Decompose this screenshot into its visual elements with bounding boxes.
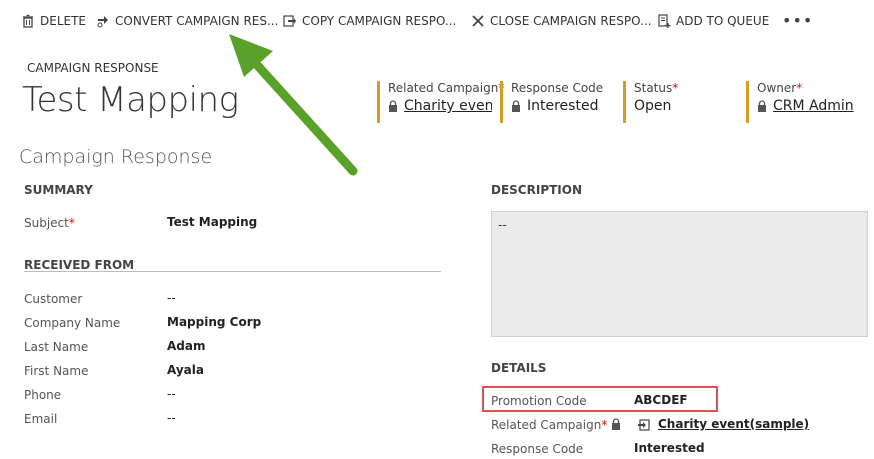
customer-label: Customer <box>24 292 83 306</box>
response-code-value: Interested <box>527 98 599 114</box>
response-code-label: Response Code <box>491 442 584 456</box>
header-field-label: Owner <box>757 81 797 95</box>
queue-icon <box>657 14 671 28</box>
header-field-related-campaign: Related Campaign* Charity event(sample) <box>377 81 504 123</box>
convert-campaign-response-button[interactable]: CONVERT CAMPAIGN RES... <box>96 12 278 30</box>
lock-icon <box>511 100 521 112</box>
trash-icon <box>21 14 35 28</box>
command-bar: DELETE CONVERT CAMPAIGN RES... COPY CAMP… <box>0 0 874 40</box>
phone-value[interactable]: -- <box>167 387 176 401</box>
company-name-label: Company Name <box>24 316 121 330</box>
lock-icon <box>757 100 767 112</box>
promotion-code-label: Promotion Code <box>491 394 587 408</box>
required-marker: * <box>68 216 75 230</box>
convert-icon <box>96 14 110 28</box>
email-label: Email <box>24 412 58 426</box>
received-from-heading: RECEIVED FROM <box>24 258 135 272</box>
status-value[interactable]: Open <box>634 98 671 114</box>
close-campaign-response-button[interactable]: CLOSE CAMPAIGN RESPO... <box>471 12 652 30</box>
delete-button[interactable]: DELETE <box>21 12 86 30</box>
close-label: CLOSE CAMPAIGN RESPO... <box>490 14 652 28</box>
last-name-label: Last Name <box>24 340 89 354</box>
entity-type-label: CAMPAIGN RESPONSE <box>27 61 159 75</box>
phone-label: Phone <box>24 388 62 402</box>
header-field-owner: Owner* CRM Admin <box>746 81 857 123</box>
record-title: Test Mapping <box>22 80 239 120</box>
last-name-value[interactable]: Adam <box>167 339 205 353</box>
description-heading: DESCRIPTION <box>491 183 583 197</box>
customer-value[interactable]: -- <box>167 291 176 305</box>
promotion-code-value[interactable]: ABCDEF <box>634 393 688 407</box>
convert-label: CONVERT CAMPAIGN RES... <box>115 14 279 28</box>
first-name-value[interactable]: Ayala <box>167 363 204 377</box>
related-campaign-label: Related Campaign* <box>491 418 608 432</box>
form-title: Campaign Response <box>19 146 213 168</box>
required-marker: * <box>672 81 679 95</box>
description-value: -- <box>498 218 507 232</box>
lock-icon <box>611 418 621 430</box>
copy-label: COPY CAMPAIGN RESPO... <box>302 14 457 28</box>
header-field-response-code: Response Code Interested <box>500 81 611 123</box>
response-code-detail-value[interactable]: Interested <box>634 441 705 455</box>
add-to-queue-button[interactable]: ADD TO QUEUE <box>657 12 769 30</box>
copy-campaign-response-button[interactable]: COPY CAMPAIGN RESPO... <box>283 12 456 30</box>
description-field[interactable]: -- <box>491 211 868 337</box>
subject-value[interactable]: Test Mapping <box>167 215 257 229</box>
email-value[interactable]: -- <box>167 411 176 425</box>
header-field-status: Status* Open <box>623 81 734 123</box>
header-field-label: Status <box>634 81 673 95</box>
more-commands-button[interactable]: ••• <box>782 11 813 30</box>
close-icon <box>471 14 485 28</box>
header-field-label: Related Campaign <box>388 81 499 95</box>
add-to-queue-label: ADD TO QUEUE <box>676 14 770 28</box>
summary-heading: SUMMARY <box>24 183 93 197</box>
owner-link[interactable]: CRM Admin <box>773 98 854 114</box>
subject-label: Subject* <box>24 216 75 230</box>
required-marker: * <box>601 418 608 432</box>
related-campaign-value-link[interactable]: Charity event(sample) <box>658 417 809 431</box>
lock-icon <box>388 100 398 112</box>
section-divider <box>24 271 441 272</box>
related-campaign-link[interactable]: Charity event(sample) <box>404 98 492 114</box>
required-marker: * <box>796 81 803 95</box>
first-name-label: First Name <box>24 364 89 378</box>
delete-label: DELETE <box>40 14 87 28</box>
header-field-label: Response Code <box>511 81 604 95</box>
details-heading: DETAILS <box>491 361 547 375</box>
campaign-record-icon <box>637 417 653 431</box>
company-name-value[interactable]: Mapping Corp <box>167 315 261 329</box>
copy-icon <box>283 14 297 28</box>
